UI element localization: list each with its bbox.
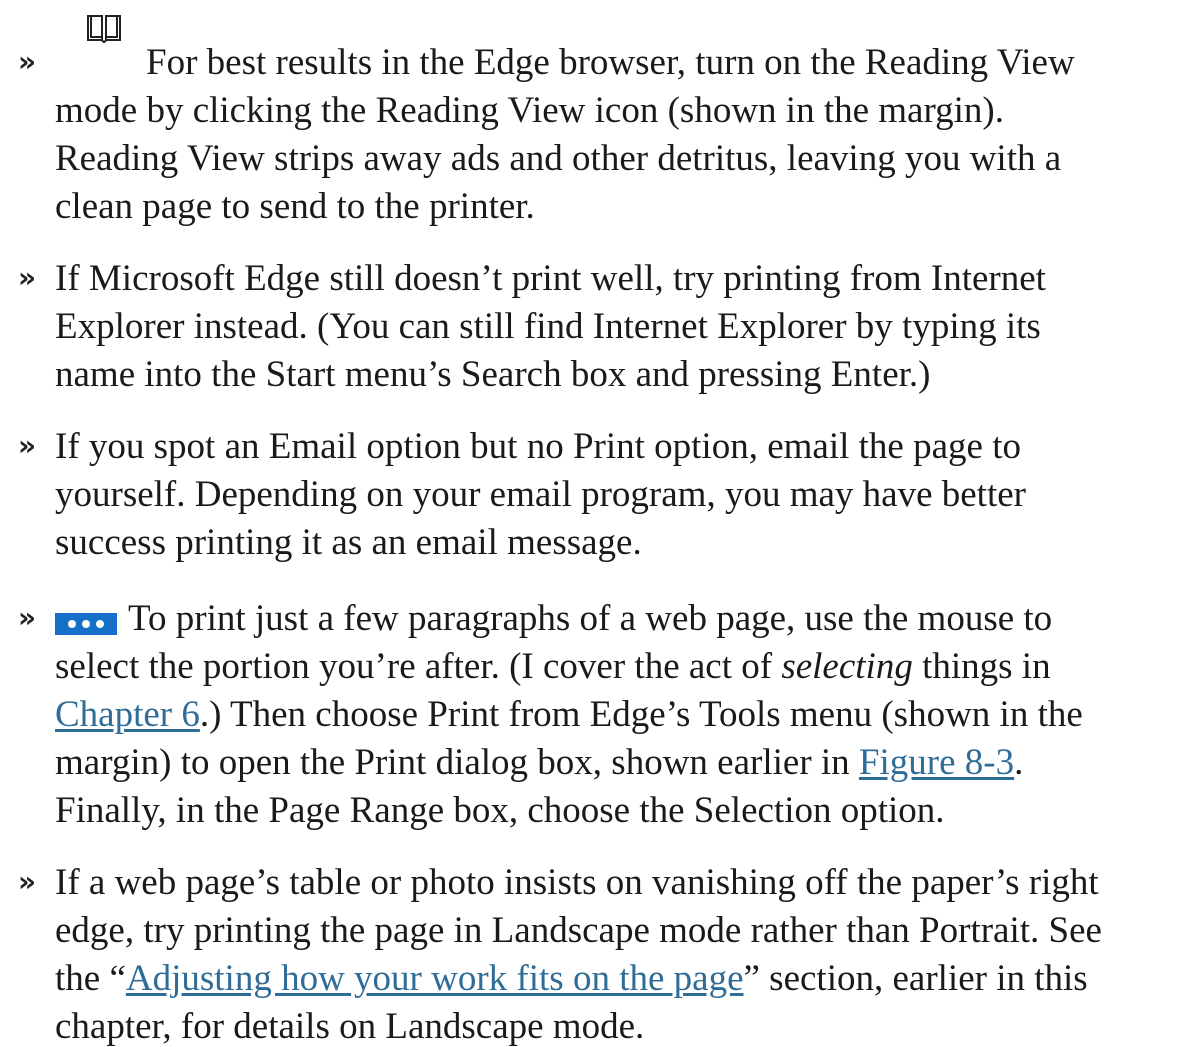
bullet-icon: » xyxy=(18,429,37,462)
list-item-text: Finally, in the Page Range box, choose t… xyxy=(55,790,945,831)
list-item-text: select the portion you’re after. (I cove… xyxy=(55,646,1051,687)
chapter-6-link[interactable]: Chapter 6 xyxy=(55,694,200,735)
list-item-text: success printing it as an email message. xyxy=(55,522,642,563)
book-icon xyxy=(87,15,121,43)
bullet-icon: » xyxy=(18,865,37,898)
list-item-text: Chapter 6.) Then choose Print from Edge’… xyxy=(55,694,1083,735)
bullet-icon: » xyxy=(18,45,37,78)
list-item-text: the “Adjusting how your work fits on the… xyxy=(55,958,1088,999)
list-item-text: name into the Start menu’s Search box an… xyxy=(55,354,931,395)
adjusting-section-link[interactable]: Adjusting how your work fits on the page xyxy=(126,958,744,999)
list-item-text: Explorer instead. (You can still find In… xyxy=(55,306,1041,347)
list-item-text: clean page to send to the printer. xyxy=(55,186,535,227)
list-item-text: mode by clicking the Reading View icon (… xyxy=(55,90,1004,131)
bullet-icon: » xyxy=(18,261,37,294)
list-item-text: chapter, for details on Landscape mode. xyxy=(55,1006,645,1047)
list-item-text: If a web page’s table or photo insists o… xyxy=(55,862,1099,903)
list-item-text: margin) to open the Print dialog box, sh… xyxy=(55,742,1024,783)
list-item-text: For best results in the Edge browser, tu… xyxy=(146,42,1075,83)
list-item-text: edge, try printing the page in Landscape… xyxy=(55,910,1102,951)
list-item-text: Reading View strips away ads and other d… xyxy=(55,138,1062,179)
bullet-icon: » xyxy=(18,601,37,634)
list-item-text: To print just a few paragraphs of a web … xyxy=(128,598,1053,639)
more-dots-icon xyxy=(55,613,117,635)
list-item-text: If you spot an Email option but no Print… xyxy=(55,426,1021,467)
list-item-text: yourself. Depending on your email progra… xyxy=(55,474,1026,515)
figure-8-3-link[interactable]: Figure 8-3 xyxy=(859,742,1014,783)
list-item-text: If Microsoft Edge still doesn’t print we… xyxy=(55,258,1046,299)
emphasis-text: selecting xyxy=(781,646,913,687)
